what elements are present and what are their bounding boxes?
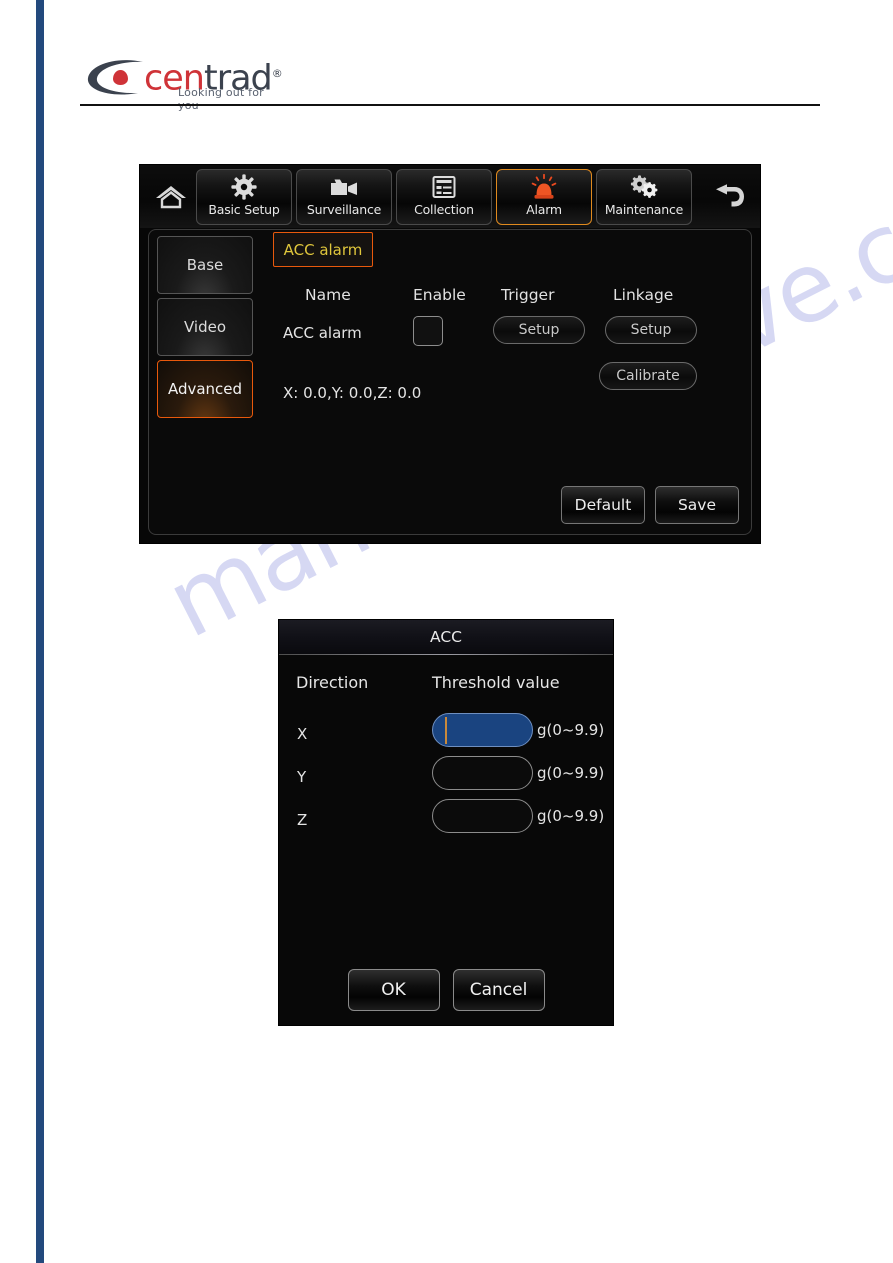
ok-label: OK bbox=[381, 980, 406, 1000]
save-button[interactable]: Save bbox=[655, 486, 739, 524]
video-camera-icon bbox=[329, 174, 359, 200]
linkage-setup-label: Setup bbox=[630, 322, 672, 338]
acc-dialog: ACC Direction Threshold value X g(0~9.9)… bbox=[279, 620, 613, 1025]
threshold-input-z[interactable] bbox=[432, 799, 533, 833]
home-button[interactable] bbox=[148, 173, 194, 221]
dialog-col-header-direction: Direction bbox=[296, 673, 369, 692]
dialog-row-y: Y g(0~9.9) bbox=[279, 756, 613, 798]
alarm-siren-icon bbox=[530, 173, 558, 200]
cancel-label: Cancel bbox=[469, 980, 528, 1000]
nav-button-alarm[interactable]: Alarm bbox=[496, 168, 592, 225]
sidebar-item-video[interactable]: Video bbox=[157, 298, 253, 356]
dialog-body: Direction Threshold value X g(0~9.9) Y g… bbox=[279, 655, 613, 1025]
logo-registered: ® bbox=[271, 67, 283, 80]
table-header-row: Name Enable Trigger Linkage bbox=[265, 286, 745, 314]
device-screen: Basic Setup Surveillance Collection Alar… bbox=[140, 165, 760, 543]
page-spine bbox=[36, 0, 44, 1263]
axis-label-y: Y bbox=[297, 768, 307, 786]
dialog-title: ACC bbox=[430, 628, 462, 646]
dialog-row-z: Z g(0~9.9) bbox=[279, 799, 613, 841]
sidebar-item-base[interactable]: Base bbox=[157, 236, 253, 294]
nav-button-surveillance[interactable]: Surveillance bbox=[296, 168, 392, 225]
calibrate-label: Calibrate bbox=[616, 368, 680, 384]
nav-button-maintenance[interactable]: Maintenance bbox=[596, 168, 692, 225]
threshold-input-x[interactable] bbox=[432, 713, 533, 747]
linkage-setup-button[interactable]: Setup bbox=[605, 316, 697, 344]
gear-icon bbox=[231, 173, 257, 200]
sidebar-item-advanced[interactable]: Advanced bbox=[157, 360, 253, 418]
nav-label-collection: Collection bbox=[414, 201, 474, 217]
sidebar-label-base: Base bbox=[186, 256, 224, 274]
unit-label-y: g(0~9.9) bbox=[537, 764, 605, 782]
back-button[interactable] bbox=[706, 173, 752, 221]
trigger-setup-label: Setup bbox=[518, 322, 560, 338]
alarm-table: Name Enable Trigger Linkage ACC alarm Se… bbox=[265, 286, 745, 390]
nav-button-collection[interactable]: Collection bbox=[396, 168, 492, 225]
calibrate-button[interactable]: Calibrate bbox=[599, 362, 697, 390]
ok-button[interactable]: OK bbox=[347, 969, 440, 1011]
default-label: Default bbox=[574, 496, 632, 514]
col-header-enable: Enable bbox=[413, 286, 466, 304]
logo-dot-icon bbox=[113, 70, 128, 85]
axis-label-x: X bbox=[297, 725, 308, 743]
nav-label-basic-setup: Basic Setup bbox=[208, 201, 280, 217]
enable-checkbox[interactable] bbox=[413, 316, 443, 346]
document-list-icon bbox=[432, 174, 456, 200]
dialog-title-bar: ACC bbox=[279, 620, 613, 654]
back-arrow-icon bbox=[716, 183, 744, 206]
device-topbar: Basic Setup Surveillance Collection Alar… bbox=[140, 165, 760, 228]
side-tab-list: Base Video Advanced bbox=[157, 236, 253, 422]
brand-logo: centrad® Looking out for you bbox=[86, 55, 283, 112]
col-header-name: Name bbox=[305, 286, 351, 304]
save-label: Save bbox=[677, 496, 717, 514]
sidebar-label-advanced: Advanced bbox=[167, 380, 243, 398]
col-header-trigger: Trigger bbox=[501, 286, 555, 304]
device-content-panel: Base Video Advanced ACC alarm Name Enabl… bbox=[148, 229, 752, 535]
header-divider bbox=[80, 104, 820, 106]
cancel-button[interactable]: Cancel bbox=[452, 969, 545, 1011]
double-gear-icon bbox=[629, 174, 659, 200]
table-row: ACC alarm Setup Setup Calibrate bbox=[265, 314, 745, 390]
logo-tagline: Looking out for you bbox=[178, 86, 264, 112]
sidebar-label-video: Video bbox=[183, 318, 227, 336]
unit-label-x: g(0~9.9) bbox=[537, 721, 605, 739]
tab-label-acc-alarm: ACC alarm bbox=[283, 240, 363, 259]
tab-acc-alarm[interactable]: ACC alarm bbox=[273, 232, 373, 267]
axis-label-z: Z bbox=[297, 811, 308, 829]
dialog-footer: OK Cancel bbox=[279, 969, 613, 1011]
text-caret bbox=[445, 717, 447, 744]
axis-readout: X: 0.0,Y: 0.0,Z: 0.0 bbox=[283, 384, 422, 402]
col-header-linkage: Linkage bbox=[613, 286, 674, 304]
dialog-row-x: X g(0~9.9) bbox=[279, 713, 613, 755]
manual-page: manualsarchive.com centrad® Looking out … bbox=[0, 0, 893, 1263]
home-icon bbox=[156, 185, 186, 208]
default-button[interactable]: Default bbox=[561, 486, 645, 524]
trigger-setup-button[interactable]: Setup bbox=[493, 316, 585, 344]
unit-label-z: g(0~9.9) bbox=[537, 807, 605, 825]
row-label-name: ACC alarm bbox=[283, 324, 362, 342]
threshold-input-y[interactable] bbox=[432, 756, 533, 790]
nav-label-surveillance: Surveillance bbox=[306, 201, 382, 217]
nav-button-basic-setup[interactable]: Basic Setup bbox=[196, 168, 292, 225]
dialog-col-header-threshold: Threshold value bbox=[432, 673, 560, 692]
nav-label-alarm: Alarm bbox=[526, 201, 562, 217]
panel-footer-buttons: Default Save bbox=[561, 486, 739, 524]
nav-label-maintenance: Maintenance bbox=[604, 201, 684, 217]
